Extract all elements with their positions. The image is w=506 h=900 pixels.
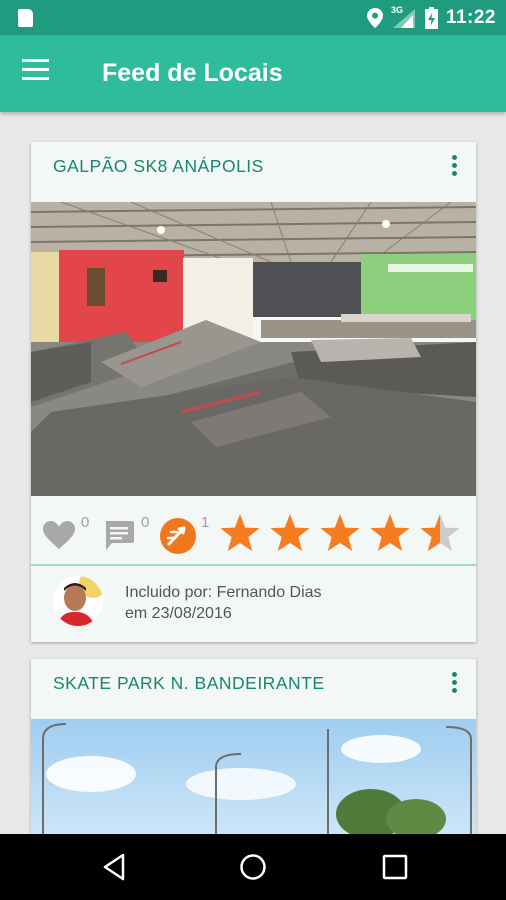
- card-header: GALPÃO SK8 ANÁPOLIS: [31, 142, 476, 202]
- more-options-icon[interactable]: [442, 667, 466, 697]
- place-card[interactable]: SKATE PARK N. BANDEIRANTE: [31, 659, 476, 834]
- card-title[interactable]: GALPÃO SK8 ANÁPOLIS: [53, 156, 264, 177]
- avatar[interactable]: [53, 576, 103, 626]
- sd-card-icon: [18, 9, 33, 27]
- feed-list[interactable]: GALPÃO SK8 ANÁPOLIS 0 0 1 Incluido por: …: [0, 112, 506, 834]
- battery-icon: [424, 6, 438, 29]
- checkin-icon[interactable]: [160, 518, 196, 554]
- app-bar: Feed de Locais: [0, 35, 506, 112]
- heart-icon[interactable]: [43, 521, 75, 549]
- home-icon[interactable]: [238, 852, 268, 882]
- card-title[interactable]: SKATE PARK N. BANDEIRANTE: [53, 673, 325, 694]
- back-icon[interactable]: [99, 852, 129, 882]
- star-icon[interactable]: [369, 512, 411, 554]
- star-icon[interactable]: [419, 512, 461, 554]
- place-photo[interactable]: [31, 719, 476, 834]
- menu-icon[interactable]: [22, 59, 58, 89]
- author-name: Incluido por: Fernando Dias: [125, 584, 322, 601]
- comment-icon[interactable]: [104, 521, 134, 551]
- recents-icon[interactable]: [380, 852, 410, 882]
- card-header: SKATE PARK N. BANDEIRANTE: [31, 659, 476, 719]
- star-icon[interactable]: [219, 512, 261, 554]
- checkins-count: 1: [201, 514, 210, 531]
- comments-count: 0: [141, 514, 150, 531]
- page-title: Feed de Locais: [102, 59, 283, 87]
- author-info: Incluido por: Fernando Dias em 23/08/201…: [31, 566, 476, 642]
- rating-stars[interactable]: [219, 512, 461, 554]
- network-type: 3G: [390, 4, 403, 15]
- star-icon[interactable]: [319, 512, 361, 554]
- likes-count: 0: [81, 514, 90, 531]
- date-added: em 23/08/2016: [125, 605, 232, 622]
- status-bar: 3G 11:22: [0, 0, 506, 35]
- star-icon[interactable]: [269, 512, 311, 554]
- navigation-bar: [0, 834, 506, 900]
- more-options-icon[interactable]: [442, 150, 466, 180]
- status-time: 11:22: [445, 6, 496, 28]
- place-card[interactable]: GALPÃO SK8 ANÁPOLIS 0 0 1 Incluido por: …: [31, 142, 476, 642]
- location-icon: [366, 7, 383, 28]
- place-photo[interactable]: [31, 202, 476, 496]
- card-actions: 0 0 1: [31, 496, 476, 566]
